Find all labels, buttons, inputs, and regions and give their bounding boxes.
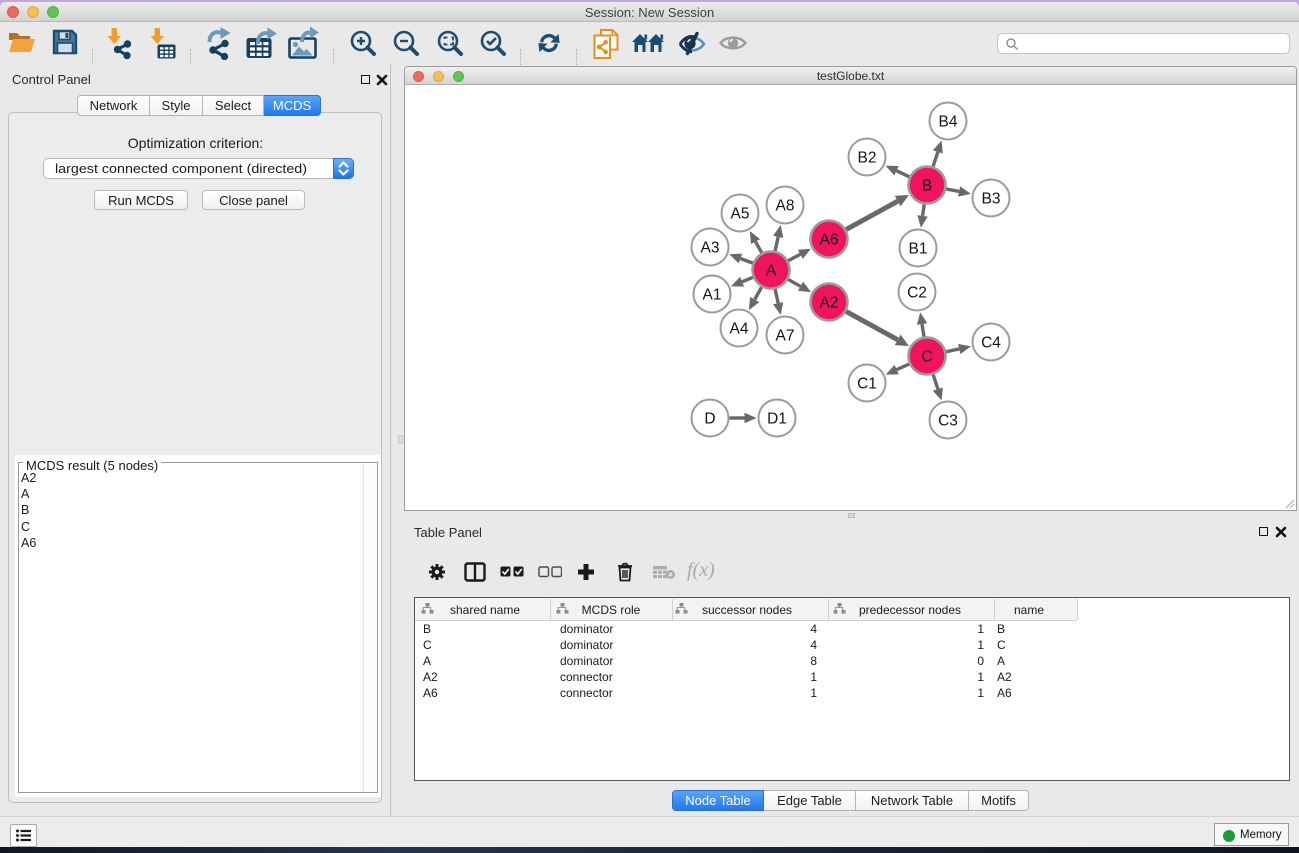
svg-text:A6: A6 [820, 232, 839, 249]
svg-text:B4: B4 [939, 114, 958, 131]
svg-text:C4: C4 [981, 335, 1001, 352]
svg-text:D1: D1 [767, 411, 787, 428]
svg-text:A: A [766, 263, 777, 280]
svg-text:A3: A3 [701, 240, 720, 257]
svg-text:C2: C2 [907, 285, 927, 302]
svg-text:A4: A4 [730, 321, 749, 338]
svg-text:A7: A7 [776, 328, 795, 345]
svg-text:B2: B2 [858, 150, 877, 167]
svg-text:C3: C3 [938, 413, 958, 430]
svg-text:C: C [921, 349, 932, 366]
svg-text:A5: A5 [731, 206, 750, 223]
svg-text:C1: C1 [857, 376, 877, 393]
svg-text:B1: B1 [909, 241, 928, 258]
svg-text:B3: B3 [982, 191, 1001, 208]
svg-text:A1: A1 [703, 287, 722, 304]
svg-text:A8: A8 [776, 198, 795, 215]
svg-text:A2: A2 [820, 295, 839, 312]
svg-text:B: B [922, 178, 932, 195]
svg-text:D: D [704, 411, 715, 428]
